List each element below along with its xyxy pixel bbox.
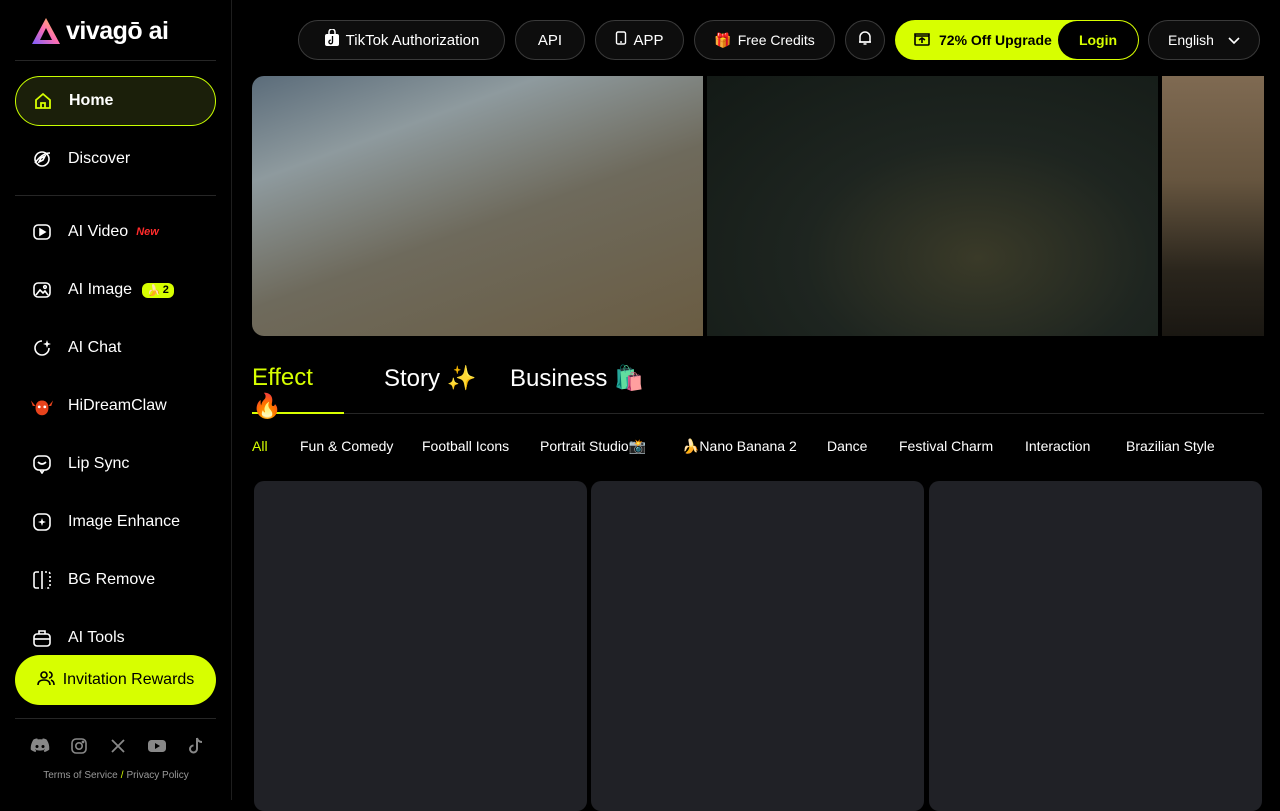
upgrade-label: 72% Off Upgrade bbox=[939, 32, 1052, 48]
tab-business[interactable]: Business 🛍️ bbox=[510, 364, 644, 414]
brand-name: vivagō ai bbox=[66, 16, 169, 45]
banner-slide[interactable] bbox=[252, 76, 703, 336]
home-icon bbox=[31, 89, 55, 113]
sidebar-item-label: Discover bbox=[68, 150, 131, 167]
badge-number: 2 bbox=[162, 284, 169, 296]
new-badge: New bbox=[136, 226, 159, 238]
sidebar-item-label: HiDreamClaw bbox=[68, 397, 167, 414]
terms-link[interactable]: Terms of Service bbox=[43, 770, 117, 781]
discord-icon[interactable] bbox=[30, 736, 50, 756]
sidebar-item-image-enhance[interactable]: Image Enhance bbox=[15, 497, 216, 547]
instagram-icon[interactable] bbox=[69, 736, 89, 756]
top-bar: TikTok Authorization API APP 🎁 Free Cred… bbox=[232, 0, 1280, 80]
sidebar-item-label: BG Remove bbox=[68, 571, 156, 588]
upgrade-button[interactable]: 72% Off Upgrade bbox=[895, 31, 1058, 50]
divider bbox=[15, 60, 216, 61]
brand-logo[interactable]: vivagō ai bbox=[30, 16, 169, 46]
app-button[interactable]: APP bbox=[595, 20, 684, 60]
sidebar-item-label: AI Tools bbox=[68, 629, 125, 646]
effect-filters: All Fun & Comedy Football Icons Portrait… bbox=[252, 438, 1264, 460]
bell-icon bbox=[857, 30, 873, 50]
sidebar-item-label: Image Enhance bbox=[68, 513, 181, 530]
api-label: API bbox=[537, 31, 563, 49]
filter-chip[interactable]: Interaction bbox=[1025, 438, 1090, 454]
invitation-rewards-label: Invitation Rewards bbox=[62, 671, 195, 688]
chevron-down-icon bbox=[1228, 32, 1240, 48]
banner-slide[interactable] bbox=[707, 76, 1158, 336]
sidebar-item-bg-remove[interactable]: BG Remove bbox=[15, 555, 216, 605]
filter-chip[interactable]: 🍌Nano Banana 2 bbox=[682, 438, 797, 455]
sidebar-item-ai-image[interactable]: AI Image 🍌 2 bbox=[15, 265, 216, 315]
tools-icon bbox=[30, 626, 54, 650]
phone-icon bbox=[615, 31, 627, 49]
effect-card[interactable] bbox=[591, 481, 924, 811]
app-label: APP bbox=[633, 31, 664, 49]
free-credits-label: Free Credits bbox=[737, 32, 815, 48]
upgrade-login-group: 72% Off Upgrade Login bbox=[895, 20, 1139, 60]
sidebar-item-label: AI Image bbox=[68, 281, 133, 298]
upgrade-icon bbox=[913, 31, 931, 50]
users-icon bbox=[36, 669, 55, 692]
logo-mark-icon bbox=[32, 18, 60, 44]
x-icon[interactable] bbox=[108, 736, 128, 756]
gift-icon: 🎁 bbox=[714, 31, 732, 48]
language-label: English bbox=[1168, 32, 1214, 48]
claw-icon bbox=[30, 394, 54, 418]
sidebar-item-label: Lip Sync bbox=[68, 455, 130, 472]
banana-icon: 🍌 bbox=[147, 284, 161, 297]
login-button[interactable]: Login bbox=[1058, 21, 1138, 59]
bg-remove-icon bbox=[30, 568, 54, 592]
legal-links: Terms of Service / Privacy Policy bbox=[0, 770, 232, 781]
filter-chip-all[interactable]: All bbox=[252, 438, 268, 454]
chat-icon bbox=[30, 336, 54, 360]
effect-card[interactable] bbox=[254, 481, 587, 811]
divider bbox=[15, 718, 216, 719]
effect-card[interactable] bbox=[929, 481, 1262, 811]
filter-chip[interactable]: Portrait Studio📸 bbox=[540, 438, 646, 455]
sidebar-item-ai-chat[interactable]: AI Chat bbox=[15, 323, 216, 373]
social-links bbox=[30, 736, 206, 756]
filter-chip[interactable]: Football Icons bbox=[422, 438, 509, 454]
tab-effect[interactable]: Effect 🔥 bbox=[252, 364, 344, 420]
sidebar-item-label: AI Chat bbox=[68, 339, 122, 356]
tiktok-icon[interactable] bbox=[186, 736, 206, 756]
invitation-rewards-button[interactable]: Invitation Rewards bbox=[15, 655, 216, 705]
sidebar-item-ai-video[interactable]: AI Video New bbox=[15, 207, 216, 257]
sidebar-item-label: Home bbox=[69, 92, 114, 109]
legal-separator: / bbox=[120, 770, 124, 781]
video-icon bbox=[30, 220, 54, 244]
divider bbox=[15, 195, 216, 196]
enhance-icon bbox=[30, 510, 54, 534]
discover-icon bbox=[30, 147, 54, 171]
free-credits-button[interactable]: 🎁 Free Credits bbox=[694, 20, 835, 60]
filter-chip[interactable]: Fun & Comedy bbox=[300, 438, 393, 454]
image-icon bbox=[30, 278, 54, 302]
tiktok-authorization-label: TikTok Authorization bbox=[345, 31, 480, 49]
tiktok-bag-icon bbox=[324, 28, 340, 51]
banner-slide[interactable] bbox=[1162, 76, 1264, 336]
filter-chip[interactable]: Dance bbox=[827, 438, 867, 454]
sidebar-item-discover[interactable]: Discover bbox=[15, 134, 216, 184]
version-badge: 🍌 2 bbox=[142, 282, 174, 298]
login-label: Login bbox=[1078, 32, 1118, 48]
api-button[interactable]: API bbox=[515, 20, 585, 60]
tab-story[interactable]: Story ✨ bbox=[384, 364, 477, 414]
filter-chip[interactable]: Brazilian Style bbox=[1126, 438, 1215, 454]
sidebar-item-label: AI Video bbox=[68, 223, 129, 240]
privacy-link[interactable]: Privacy Policy bbox=[127, 770, 189, 781]
sidebar-item-lip-sync[interactable]: Lip Sync bbox=[15, 439, 216, 489]
category-tabs: Effect 🔥 Story ✨ Business 🛍️ bbox=[252, 360, 1264, 420]
sidebar: vivagō ai Home Discover AI Video New AI … bbox=[0, 0, 232, 800]
youtube-icon[interactable] bbox=[147, 736, 167, 756]
filter-chip[interactable]: Festival Charm bbox=[899, 438, 993, 454]
sidebar-item-home[interactable]: Home bbox=[15, 76, 216, 126]
notifications-button[interactable] bbox=[845, 20, 885, 60]
lip-sync-icon bbox=[30, 452, 54, 476]
sidebar-item-hidreamclaw[interactable]: HiDreamClaw bbox=[15, 381, 216, 431]
language-select[interactable]: English bbox=[1148, 20, 1260, 60]
tiktok-authorization-button[interactable]: TikTok Authorization bbox=[298, 20, 505, 60]
